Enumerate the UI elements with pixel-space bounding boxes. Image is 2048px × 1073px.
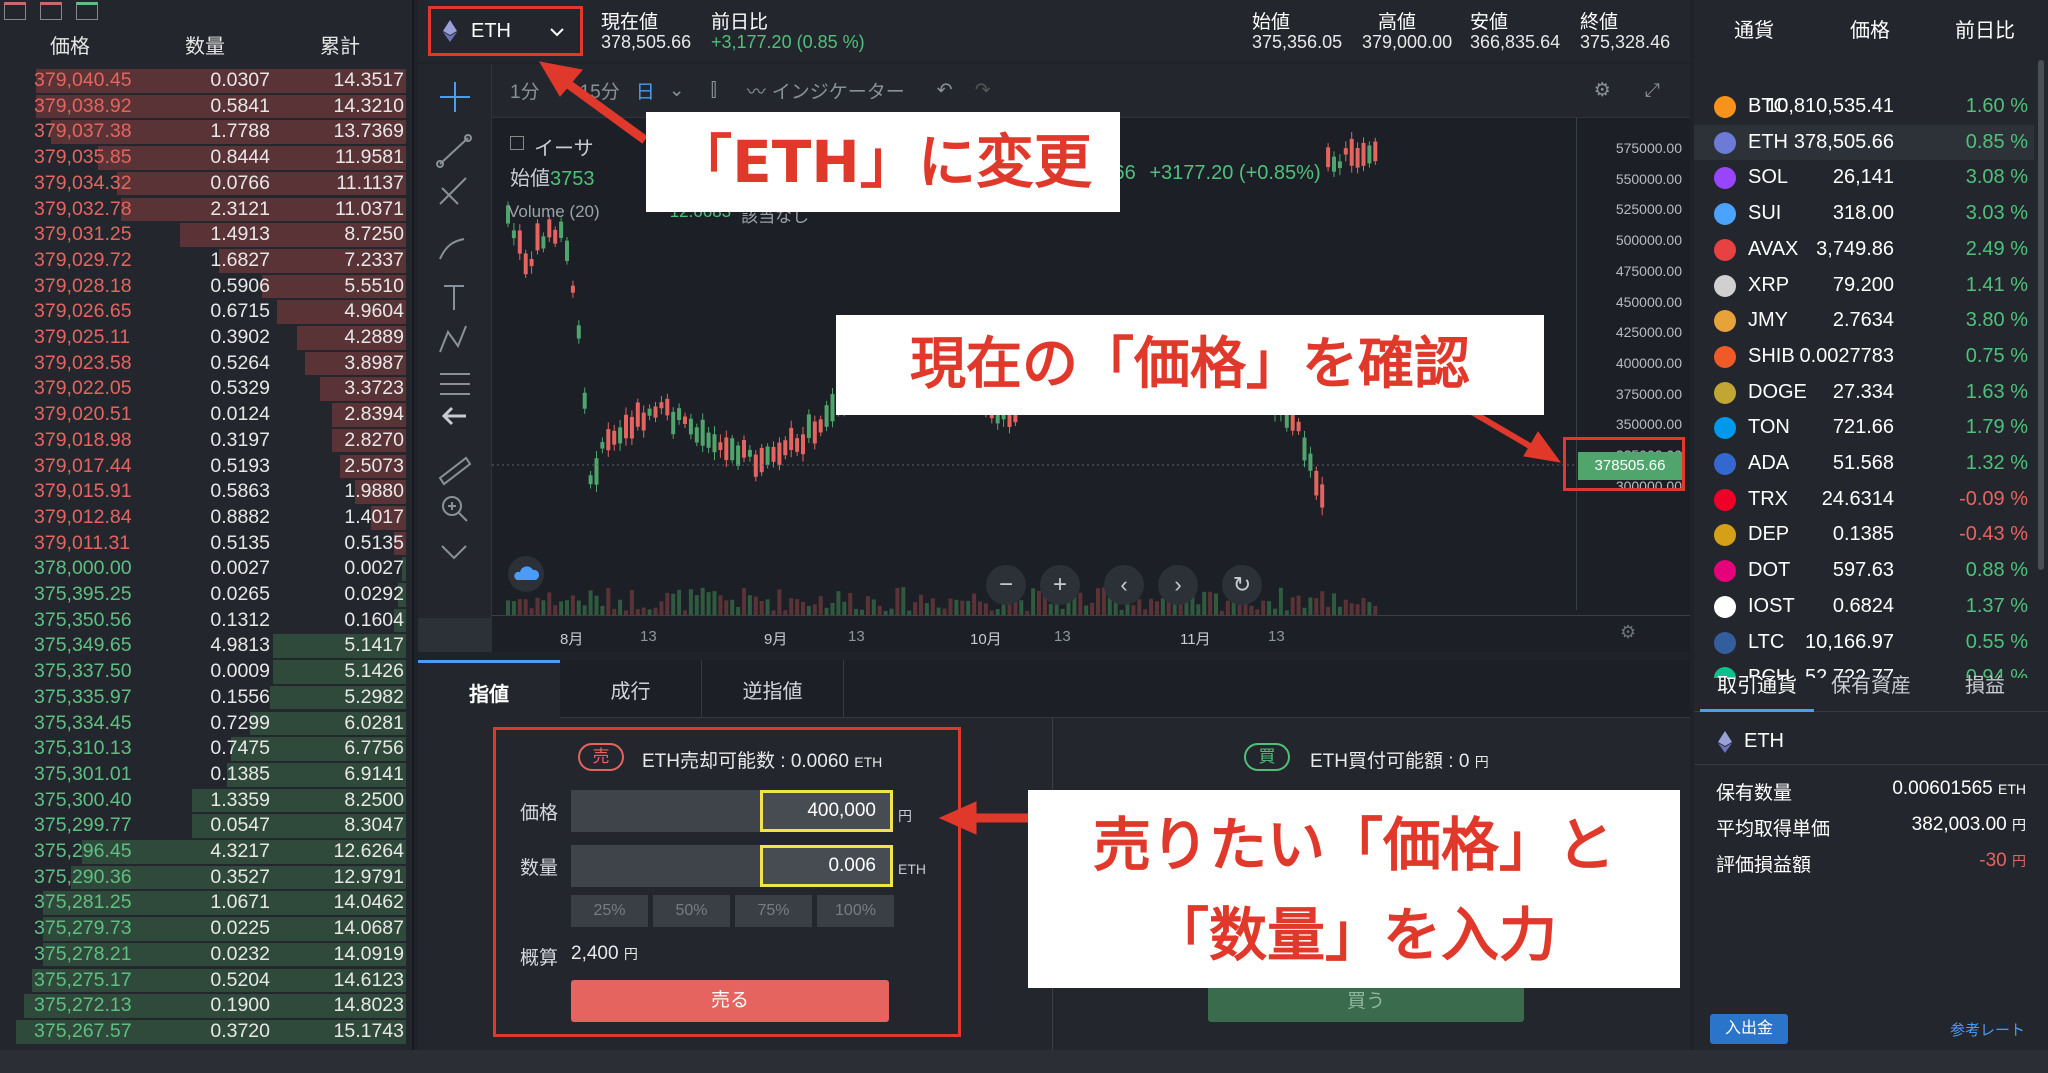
callout-enter-price-qty: 売りたい「価格」と 「数量」を入力 — [1028, 790, 1680, 988]
arrow-price-head — [1523, 431, 1562, 463]
callout-change-eth: 「ETH」に変更 — [646, 112, 1120, 212]
callout-check-price: 現在の「価格」を確認 — [836, 315, 1544, 415]
arrow-eth — [557, 74, 648, 144]
arrow-form-head — [938, 801, 977, 835]
callout-line1: 売りたい「価格」と — [1092, 811, 1615, 879]
callout-line2: 「数量」を入力 — [1150, 901, 1557, 969]
